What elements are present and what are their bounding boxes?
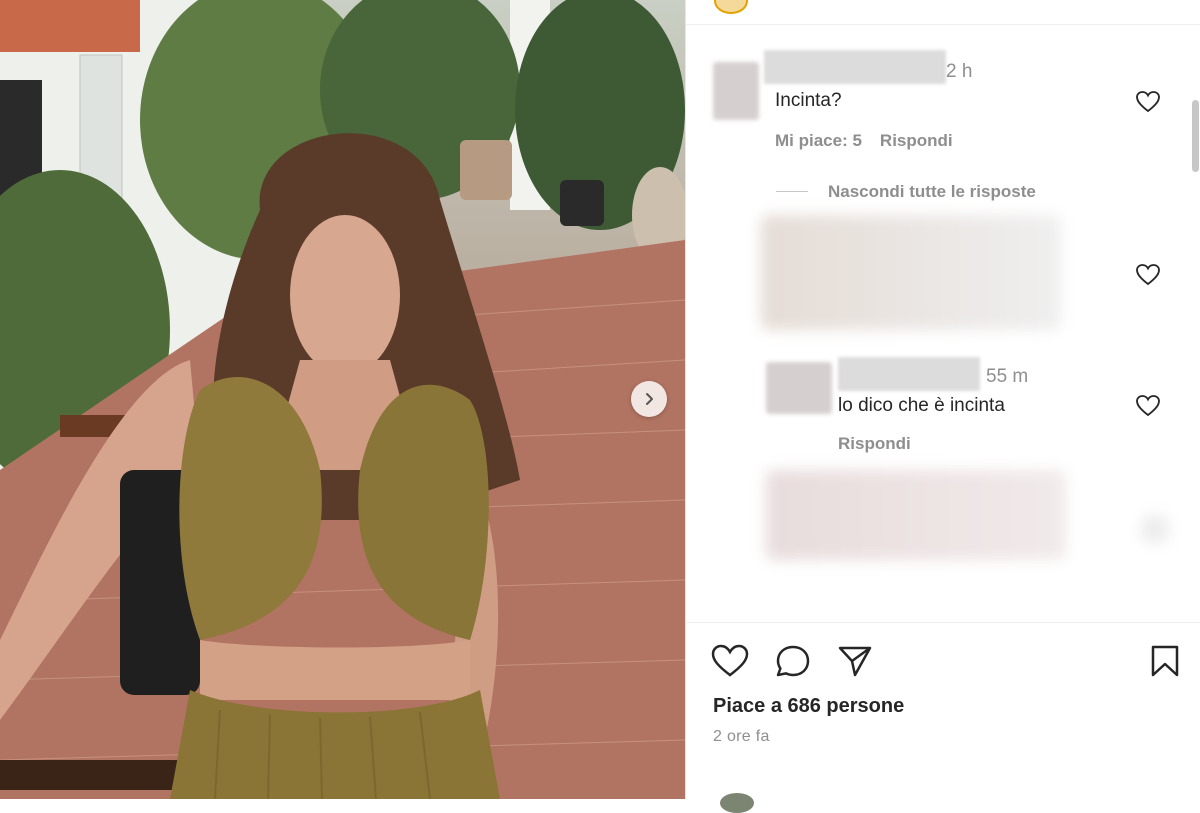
commenter-avatar[interactable] [766,362,832,414]
author-avatar[interactable] [714,0,748,14]
actions-divider [686,622,1200,623]
commenter-name[interactable] [764,50,946,84]
bookmark-icon[interactable] [1149,644,1181,678]
heart-icon[interactable] [1135,394,1161,418]
commenter-name[interactable] [838,357,980,391]
comments-panel: 2 h Incinta? Mi piace: 5 Rispondi Nascond… [685,0,1200,813]
photo-scene [0,0,685,799]
heart-icon[interactable] [711,644,749,678]
next-photo-button[interactable] [631,381,667,417]
comment-time: 55 m [986,366,1029,387]
send-icon[interactable] [837,644,873,678]
reply-button[interactable]: Rispondi [880,131,953,150]
heart-icon[interactable] [1135,263,1161,287]
blurred-reply [766,470,1066,560]
comment-meta: Rispondi [838,434,929,454]
likes-count[interactable]: Piace a 686 persone [713,695,904,718]
post-photo [0,0,685,799]
comments-scrollbar[interactable] [1192,100,1199,172]
commenter-avatar[interactable] [713,62,759,120]
comment-icon[interactable] [775,644,811,678]
post-time: 2 ore fa [713,728,770,745]
comment-meta: Mi piace: 5 Rispondi [775,131,971,151]
post-header [686,0,1200,25]
blurred-reply [761,215,1061,330]
hide-replies-button[interactable]: Nascondi tutte le risposte [828,182,1036,202]
replies-divider [776,191,808,192]
reply-button[interactable]: Rispondi [838,434,911,453]
comment-text: lo dico che è incinta [838,395,1005,416]
user-avatar [720,793,754,813]
comment-text: Incinta? [775,90,842,111]
comment-time: 2 h [946,61,973,82]
blurred-heart [1141,515,1169,543]
comment-likes[interactable]: Mi piace: 5 [775,131,862,150]
chevron-right-icon [646,393,653,405]
heart-icon[interactable] [1135,90,1161,114]
